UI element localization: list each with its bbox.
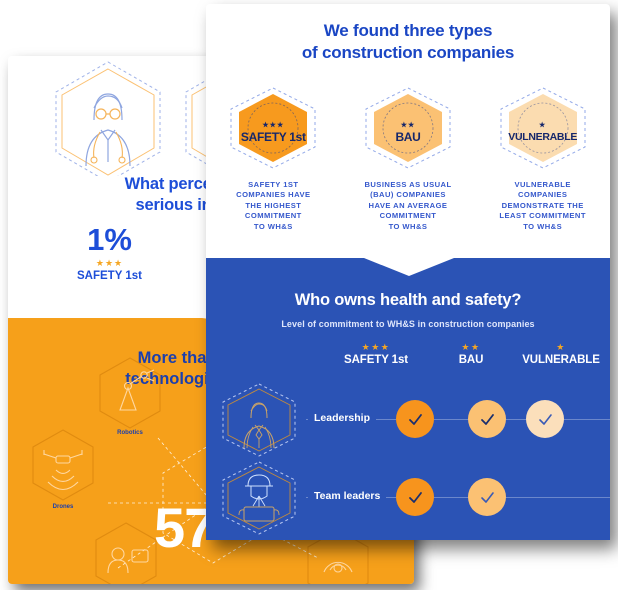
caption-line: SAFETY 1ST [248,180,299,189]
bau-hex-text: BAU [395,130,421,144]
infographic-stage: What percentage of co serious incidents … [0,0,618,590]
table-row-team-leaders: Team leaders [206,458,610,538]
check-icon [480,413,494,425]
caption-line: TO WH&S [253,221,293,231]
right-title-line-1: We found three types [323,21,493,40]
three-stars-icon: ★★★ [361,342,391,352]
worker-with-hardhat-icon [222,461,296,535]
row-label-leadership: Leadership [308,411,377,425]
check-team-leaders-bau[interactable] [468,478,506,516]
drones-hex [32,429,94,501]
caption-line: (BAU) COMPANIES [370,190,446,200]
blue-panel-subtitle: Level of commitment to WH&S in construct… [281,319,535,329]
three-stars-icon: ★★★ [95,258,124,268]
bau-hex-label: ★★ BAU [362,122,454,144]
three-stars-icon: ★★★ [262,122,285,129]
vulnerable-hex-label: ★ VULNERABLE [497,122,589,144]
caption-line: DEMONSTRATE THE [501,200,584,210]
column-header-label: VULNERABLE [522,354,600,366]
safety-first-hex-text: SAFETY 1st [240,130,306,144]
caption-line: TO WH&S [523,221,563,231]
left-stat-name: SAFETY 1st [77,270,142,282]
caption-line: TO WH&S [388,221,428,231]
vulnerable-hex-text: VULNERABLE [508,131,578,143]
company-type-hex-row: ★★★ SAFETY 1st ★★ BAU ★ VULNERABLE [206,84,610,174]
safety-first-hex-label: ★★★ SAFETY 1st [227,122,319,144]
caption-safety-first: SAFETY 1ST COMPANIES HAVE THE HIGHEST CO… [206,180,341,232]
check-icon [480,491,494,503]
company-type-safety-first: ★★★ SAFETY 1st [206,84,341,174]
caption-bau: BUSINESS AS USUAL (BAU) COMPANIES HAVE A… [341,180,476,232]
check-icon [408,413,422,425]
blue-panel-title: Who owns health and safety? [294,291,522,309]
tech-label-drones: Drones [52,504,74,510]
robotics-hex [99,357,161,429]
company-type-caption-row: SAFETY 1ST COMPANIES HAVE THE HIGHEST CO… [206,180,610,232]
caption-line: BUSINESS AS USUAL [364,180,452,189]
caption-line: COMMITMENT [244,211,302,221]
caption-line: HAVE AN AVERAGE [368,200,448,210]
check-leadership-vulnerable[interactable] [526,400,564,438]
caption-line: THE HIGHEST [245,200,302,210]
left-stat-value: 1% [87,222,132,257]
check-icon [538,413,552,425]
caption-line: LEAST COMMITMENT [499,211,586,221]
column-header-vulnerable: ★ VULNERABLE [506,342,610,368]
right-title-line-2: of construction companies [301,43,515,62]
worker-tech-hex [95,522,157,584]
right-card-title: We found three types of construction com… [206,20,610,64]
check-icon [408,491,422,503]
row-label-team-leaders: Team leaders [308,489,387,503]
check-leadership-safety-first[interactable] [396,400,434,438]
caption-line: COMPANIES [517,190,568,200]
table-row-leadership: Leadership [206,380,610,460]
blue-ownership-panel: Who owns health and safety? Level of com… [206,258,610,540]
panel-chevron-notch [364,258,454,276]
businessman-in-suit-icon [222,383,296,457]
one-star-icon: ★ [556,342,566,352]
caption-vulnerable: VULNERABLE COMPANIES DEMONSTRATE THE LEA… [475,180,610,232]
check-leadership-bau[interactable] [468,400,506,438]
caption-line: COMMITMENT [379,211,437,221]
caption-line: COMPANIES HAVE [236,190,311,200]
column-header-safety-first: ★★★ SAFETY 1st [321,342,431,368]
company-type-bau: ★★ BAU [341,84,476,174]
one-star-icon: ★ [539,122,547,129]
check-team-leaders-safety-first[interactable] [396,478,434,516]
company-type-vulnerable: ★ VULNERABLE [475,84,610,174]
column-header-label: SAFETY 1st [344,354,408,366]
left-stat-safety-first: 1% ★★★ SAFETY 1st [8,222,211,292]
blue-panel-column-headers: ★★★ SAFETY 1st ★★ BAU ★ VULNERABLE [326,342,610,378]
two-stars-icon: ★★ [400,122,416,129]
tech-label-robotics: Robotics [117,430,143,436]
caption-line: VULNERABLE [514,180,571,189]
